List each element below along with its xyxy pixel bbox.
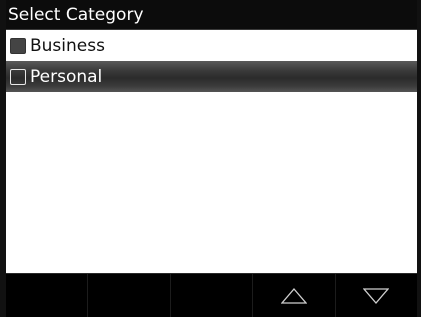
category-row-business[interactable]: Business — [6, 30, 417, 61]
category-list: Business Personal — [6, 30, 417, 92]
category-label: Business — [30, 35, 105, 56]
category-row-personal[interactable]: Personal — [6, 61, 417, 92]
scroll-up-button[interactable] — [253, 274, 336, 317]
down-arrow-icon — [363, 287, 390, 304]
bottom-toolbar — [6, 273, 417, 317]
up-arrow-icon — [280, 287, 307, 304]
toolbar-slot-2 — [88, 274, 171, 317]
toolbar-slot-1 — [6, 274, 89, 317]
toolbar-slot-3 — [171, 274, 254, 317]
dialog-title: Select Category — [6, 0, 417, 30]
checkbox-checked[interactable] — [10, 37, 26, 54]
category-label: Personal — [30, 66, 103, 87]
scroll-down-button[interactable] — [336, 274, 417, 317]
checkbox-unchecked[interactable] — [10, 68, 26, 85]
